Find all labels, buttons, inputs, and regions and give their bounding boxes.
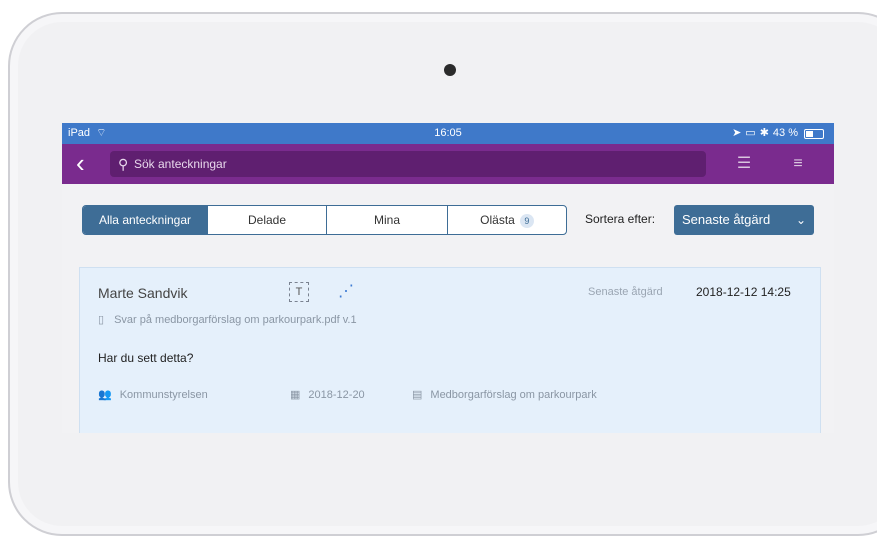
tab-label: Mina — [373, 213, 400, 227]
camera-icon — [444, 64, 456, 76]
meta-group: 👥 Kommunstyrelsen — [98, 388, 208, 401]
location-icon: ➤ — [732, 127, 742, 139]
tab-label: Alla anteckningar — [98, 213, 192, 227]
search-icon: ⚲ — [118, 156, 129, 172]
note-card[interactable]: Marte Sandvik T ⋰ Senaste åtgärd 2018-12… — [79, 267, 821, 433]
calendar-icon: ▦ — [290, 389, 301, 401]
tab-label: Delade — [247, 213, 287, 227]
meta-date: ▦ 2018-12-20 — [290, 388, 365, 401]
top-toolbar: ‹ ⚲ Sök anteckningar ☰ ≡ — [62, 144, 834, 184]
battery-percent: 43 % — [772, 127, 798, 139]
document-icon: ▯ — [98, 314, 105, 326]
tab-shared[interactable]: Delade — [208, 206, 327, 234]
status-bar: iPad ⌔ 16:05 ➤ ▭ ✱ 43 % — [62, 123, 834, 144]
note-comment: Har du sett detta? — [98, 351, 194, 365]
battery-icon — [804, 128, 824, 139]
tab-mine[interactable]: Mina — [327, 206, 448, 234]
chevron-down-icon: ⌄ — [795, 213, 806, 227]
bluetooth-icon: ✱ — [759, 127, 769, 139]
screen-icon: ▭ — [745, 127, 756, 139]
note-author: Marte Sandvik — [98, 285, 188, 301]
last-action-date: 2018-12-12 14:25 — [696, 285, 791, 299]
file-name: Svar på medborgarförslag om parkourpark.… — [114, 314, 357, 326]
group-name: Kommunstyrelsen — [119, 389, 208, 401]
checklist-icon[interactable]: ☰ — [732, 152, 756, 176]
sort-dropdown[interactable]: Senaste åtgärd ⌄ — [674, 205, 814, 235]
tab-unread[interactable]: Olästa 9 — [448, 206, 566, 234]
meta-case: ▤ Medborgarförslag om parkourpark — [412, 388, 597, 401]
share-icon: ⋰ — [338, 283, 354, 300]
status-time: 16:05 — [434, 127, 462, 139]
file-row[interactable]: ▯ Svar på medborgarförslag om parkourpark… — [98, 313, 357, 326]
sort-label: Sortera efter: — [585, 212, 656, 226]
note-filter-tabs: Alla anteckningar Delade Mina Olästa 9 — [82, 205, 567, 235]
tab-label: Olästa — [480, 213, 515, 227]
sort-value: Senaste åtgärd — [682, 212, 771, 227]
tab-all-notes[interactable]: Alla anteckningar — [83, 206, 208, 234]
last-action-label: Senaste åtgärd — [588, 286, 663, 298]
filter-sliders-icon[interactable]: ≡ — [786, 152, 810, 176]
status-right: ➤ ▭ ✱ 43 % — [732, 123, 824, 144]
unread-count-badge: 9 — [519, 213, 534, 228]
meeting-date: 2018-12-20 — [308, 389, 365, 401]
case-title: Medborgarförslag om parkourpark — [430, 389, 597, 401]
back-chevron-icon[interactable]: ‹ — [76, 148, 85, 178]
search-placeholder: Sök anteckningar — [134, 157, 227, 171]
app-screen: iPad ⌔ 16:05 ➤ ▭ ✱ 43 % ‹ ⚲ Sök anteckni… — [62, 123, 834, 433]
people-icon: 👥 — [98, 389, 112, 401]
text-note-icon: T — [289, 282, 309, 302]
search-input[interactable]: ⚲ Sök anteckningar — [110, 151, 706, 177]
case-icon: ▤ — [412, 389, 423, 401]
